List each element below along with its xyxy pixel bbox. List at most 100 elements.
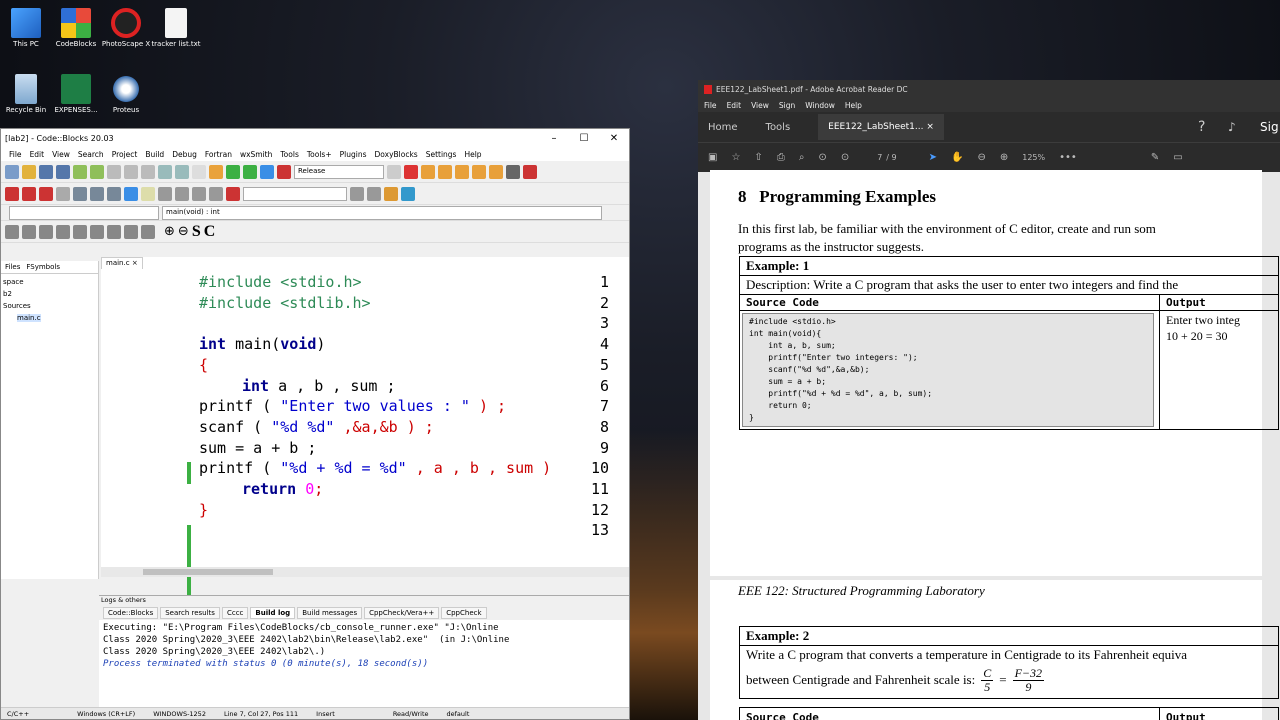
log-tab-cppcheck[interactable]: CppCheck (441, 607, 487, 619)
acrobat-menu-edit[interactable]: Edit (727, 101, 742, 110)
next-jump-icon[interactable] (209, 186, 223, 201)
zoom-in-icon[interactable]: ⊕ (164, 224, 175, 239)
desktop-icon-recycle-bin[interactable]: Recycle Bin (0, 74, 52, 115)
next-page-icon[interactable]: ⊙ (841, 152, 849, 163)
code-line[interactable]: sum = a + b ; (199, 439, 316, 457)
search-combo[interactable] (243, 186, 347, 201)
save-icon[interactable] (39, 164, 53, 179)
bookmark-toggle-icon[interactable] (5, 186, 19, 201)
abort-icon[interactable] (277, 164, 291, 179)
desktop-icon-this-pc[interactable]: This PC (0, 8, 52, 49)
acrobat-titlebar[interactable]: EEE122_LabSheet1.pdf - Adobe Acrobat Rea… (698, 80, 1280, 98)
maximize-icon[interactable]: ☐ (569, 133, 599, 144)
desktop-icon-expenses[interactable]: EXPENSES... (50, 74, 102, 115)
record-icon[interactable] (192, 186, 206, 201)
close-tab-icon[interactable]: × (132, 259, 138, 267)
run-icon[interactable] (226, 164, 240, 179)
back-icon[interactable] (350, 186, 364, 201)
prev-jump-icon[interactable] (175, 186, 189, 201)
log-tab-search-results[interactable]: Search results (160, 607, 220, 619)
layout-8-icon[interactable] (124, 224, 138, 239)
more-icon[interactable]: ••• (1059, 152, 1077, 163)
layout-5-icon[interactable] (73, 224, 87, 239)
target-options-icon[interactable] (387, 164, 401, 179)
code-line[interactable]: { (199, 356, 208, 374)
close-tab-icon[interactable]: × (926, 122, 934, 132)
doxy-icon[interactable] (124, 186, 138, 201)
acrobat-menu-sign[interactable]: Sign (779, 101, 795, 110)
new-file-icon[interactable] (5, 164, 19, 179)
s-tool-icon[interactable]: S (192, 223, 201, 241)
highlight-icon[interactable] (384, 186, 398, 201)
comment-icon[interactable] (90, 186, 104, 201)
tree-item-sources[interactable]: Sources (3, 300, 96, 312)
code-line[interactable]: #include <stdio.h> (199, 273, 362, 291)
clear-bookmarks-icon[interactable] (56, 186, 70, 201)
function-select[interactable]: main(void) : int (162, 205, 602, 220)
layout-1-icon[interactable] (5, 224, 19, 239)
code-line[interactable]: printf ( "Enter two values : " ) ; (199, 397, 506, 415)
layout-9-icon[interactable] (141, 224, 155, 239)
desktop-icon-codeblocks[interactable]: CodeBlocks (50, 8, 102, 49)
build-and-run-icon[interactable] (243, 164, 257, 179)
code-line[interactable]: scanf ( "%d %d" ,&a,&b ) ; (199, 418, 434, 436)
build-config-icon[interactable] (192, 164, 206, 179)
scroll-thumb[interactable] (143, 569, 273, 575)
select-icon[interactable] (401, 186, 415, 201)
match-brace-icon[interactable] (73, 186, 87, 201)
log-tab-cppcheck-vera[interactable]: CppCheck/Vera++ (364, 607, 440, 619)
step-out-icon[interactable] (472, 164, 486, 179)
build-target-select[interactable]: Release (294, 164, 384, 179)
layout-2-icon[interactable] (22, 224, 36, 239)
tab-home[interactable]: Home (708, 122, 738, 133)
star-icon[interactable]: ☆ (731, 152, 740, 163)
zoom-in-icon[interactable]: ⊕ (1000, 152, 1008, 163)
desktop-icon-proteus[interactable]: Proteus (100, 74, 152, 115)
undo-icon[interactable] (73, 164, 87, 179)
cut-icon[interactable] (107, 164, 121, 179)
extract-icon[interactable] (158, 186, 172, 201)
step-into-icon[interactable] (455, 164, 469, 179)
bookmark-prev-icon[interactable] (22, 186, 36, 201)
pen-icon[interactable]: ✎ (1151, 152, 1159, 163)
bell-icon[interactable]: ♪ (1228, 120, 1236, 134)
code-line[interactable]: return 0; (242, 480, 323, 498)
menu-edit[interactable]: Edit (30, 150, 45, 159)
build-icon[interactable] (209, 164, 223, 179)
layout-6-icon[interactable] (90, 224, 104, 239)
log-tab-codeblocks[interactable]: Code::Blocks (103, 607, 159, 619)
code-line[interactable]: printf ( "%d + %d = %d" , a , b , sum ) (199, 459, 551, 477)
code-line[interactable]: int a , b , sum ; (242, 377, 396, 395)
upload-icon[interactable]: ⇧ (754, 152, 762, 163)
acrobat-menu-file[interactable]: File (704, 101, 717, 110)
open-icon[interactable] (22, 164, 36, 179)
wizard-icon[interactable] (141, 186, 155, 201)
menu-wxsmith[interactable]: wxSmith (240, 150, 272, 159)
menu-project[interactable]: Project (112, 150, 138, 159)
debug-start-icon[interactable] (404, 164, 418, 179)
desktop-icon-tracker-list[interactable]: tracker list.txt (150, 8, 202, 49)
code-editor[interactable]: main.c × 1 2 3 4 5 6 7 8 9 10 11 12 13 #include <std… (101, 257, 629, 607)
tree-item-workspace[interactable]: space (3, 276, 96, 288)
c-tool-icon[interactable]: C (204, 223, 216, 241)
save-icon[interactable]: ▣ (708, 152, 717, 163)
menu-view[interactable]: View (52, 150, 70, 159)
menu-tools[interactable]: Tools (280, 150, 298, 159)
log-tab-cccc[interactable]: Cccc (221, 607, 249, 619)
editor-tab-main-c[interactable]: main.c × (101, 257, 143, 269)
zoom-level[interactable]: 125% (1022, 153, 1045, 162)
replace-icon[interactable] (175, 164, 189, 179)
minimize-icon[interactable]: – (539, 133, 569, 144)
code-line[interactable]: } (199, 501, 208, 519)
stop-debug-icon[interactable] (523, 164, 537, 179)
tree-item-project[interactable]: b2 (3, 288, 96, 300)
menu-plugins[interactable]: Plugins (340, 150, 367, 159)
break-icon[interactable] (506, 164, 520, 179)
tree-item-main-c[interactable]: main.c (17, 314, 41, 322)
search-icon[interactable]: ⌕ (799, 152, 805, 163)
files-tab[interactable]: Files (5, 263, 20, 271)
log-tab-build-log[interactable]: Build log (250, 607, 296, 619)
copy-icon[interactable] (124, 164, 138, 179)
paste-icon[interactable] (141, 164, 155, 179)
scope-select[interactable] (9, 205, 159, 220)
